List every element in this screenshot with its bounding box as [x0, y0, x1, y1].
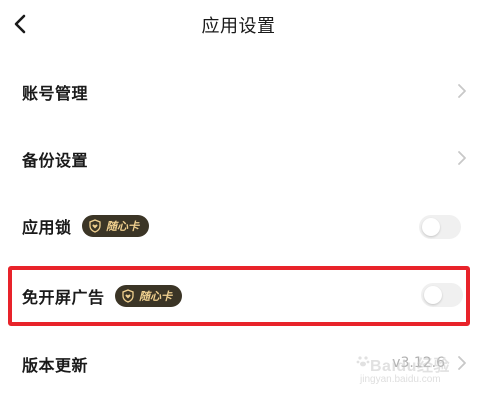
- toggle-knob: [422, 218, 440, 236]
- paw-logo-icon: [356, 356, 370, 367]
- red-highlight-box: [8, 266, 470, 326]
- shield-heart-icon: [89, 219, 101, 233]
- row-label: 账号管理: [22, 84, 89, 103]
- watermark-title: Baidu经验: [370, 358, 450, 375]
- row-label: 版本更新: [22, 356, 89, 375]
- top-bar: 应用设置: [0, 0, 477, 48]
- app-settings-screen: 应用设置 账号管理 备份设置 应用锁 随心卡 免开屏广告 随心卡 版本更新 v3…: [0, 0, 477, 404]
- chevron-right-icon: [457, 83, 467, 99]
- app-lock-toggle[interactable]: [419, 215, 461, 239]
- badge-label: 随心卡: [106, 220, 139, 233]
- account-management-row[interactable]: 账号管理: [0, 68, 477, 116]
- baidu-jingyan-watermark: Baidu经验 jingyan.baidu.com: [356, 348, 452, 392]
- app-lock-row: 应用锁 随心卡: [0, 202, 477, 250]
- chevron-right-icon: [457, 355, 467, 371]
- row-label: 应用锁: [22, 218, 72, 237]
- chevron-right-icon: [457, 150, 467, 166]
- backup-settings-row[interactable]: 备份设置: [0, 135, 477, 183]
- vip-card-badge: 随心卡: [82, 215, 149, 237]
- watermark-url: jingyan.baidu.com: [360, 374, 441, 385]
- row-label: 备份设置: [22, 151, 89, 170]
- page-title: 应用设置: [201, 16, 276, 37]
